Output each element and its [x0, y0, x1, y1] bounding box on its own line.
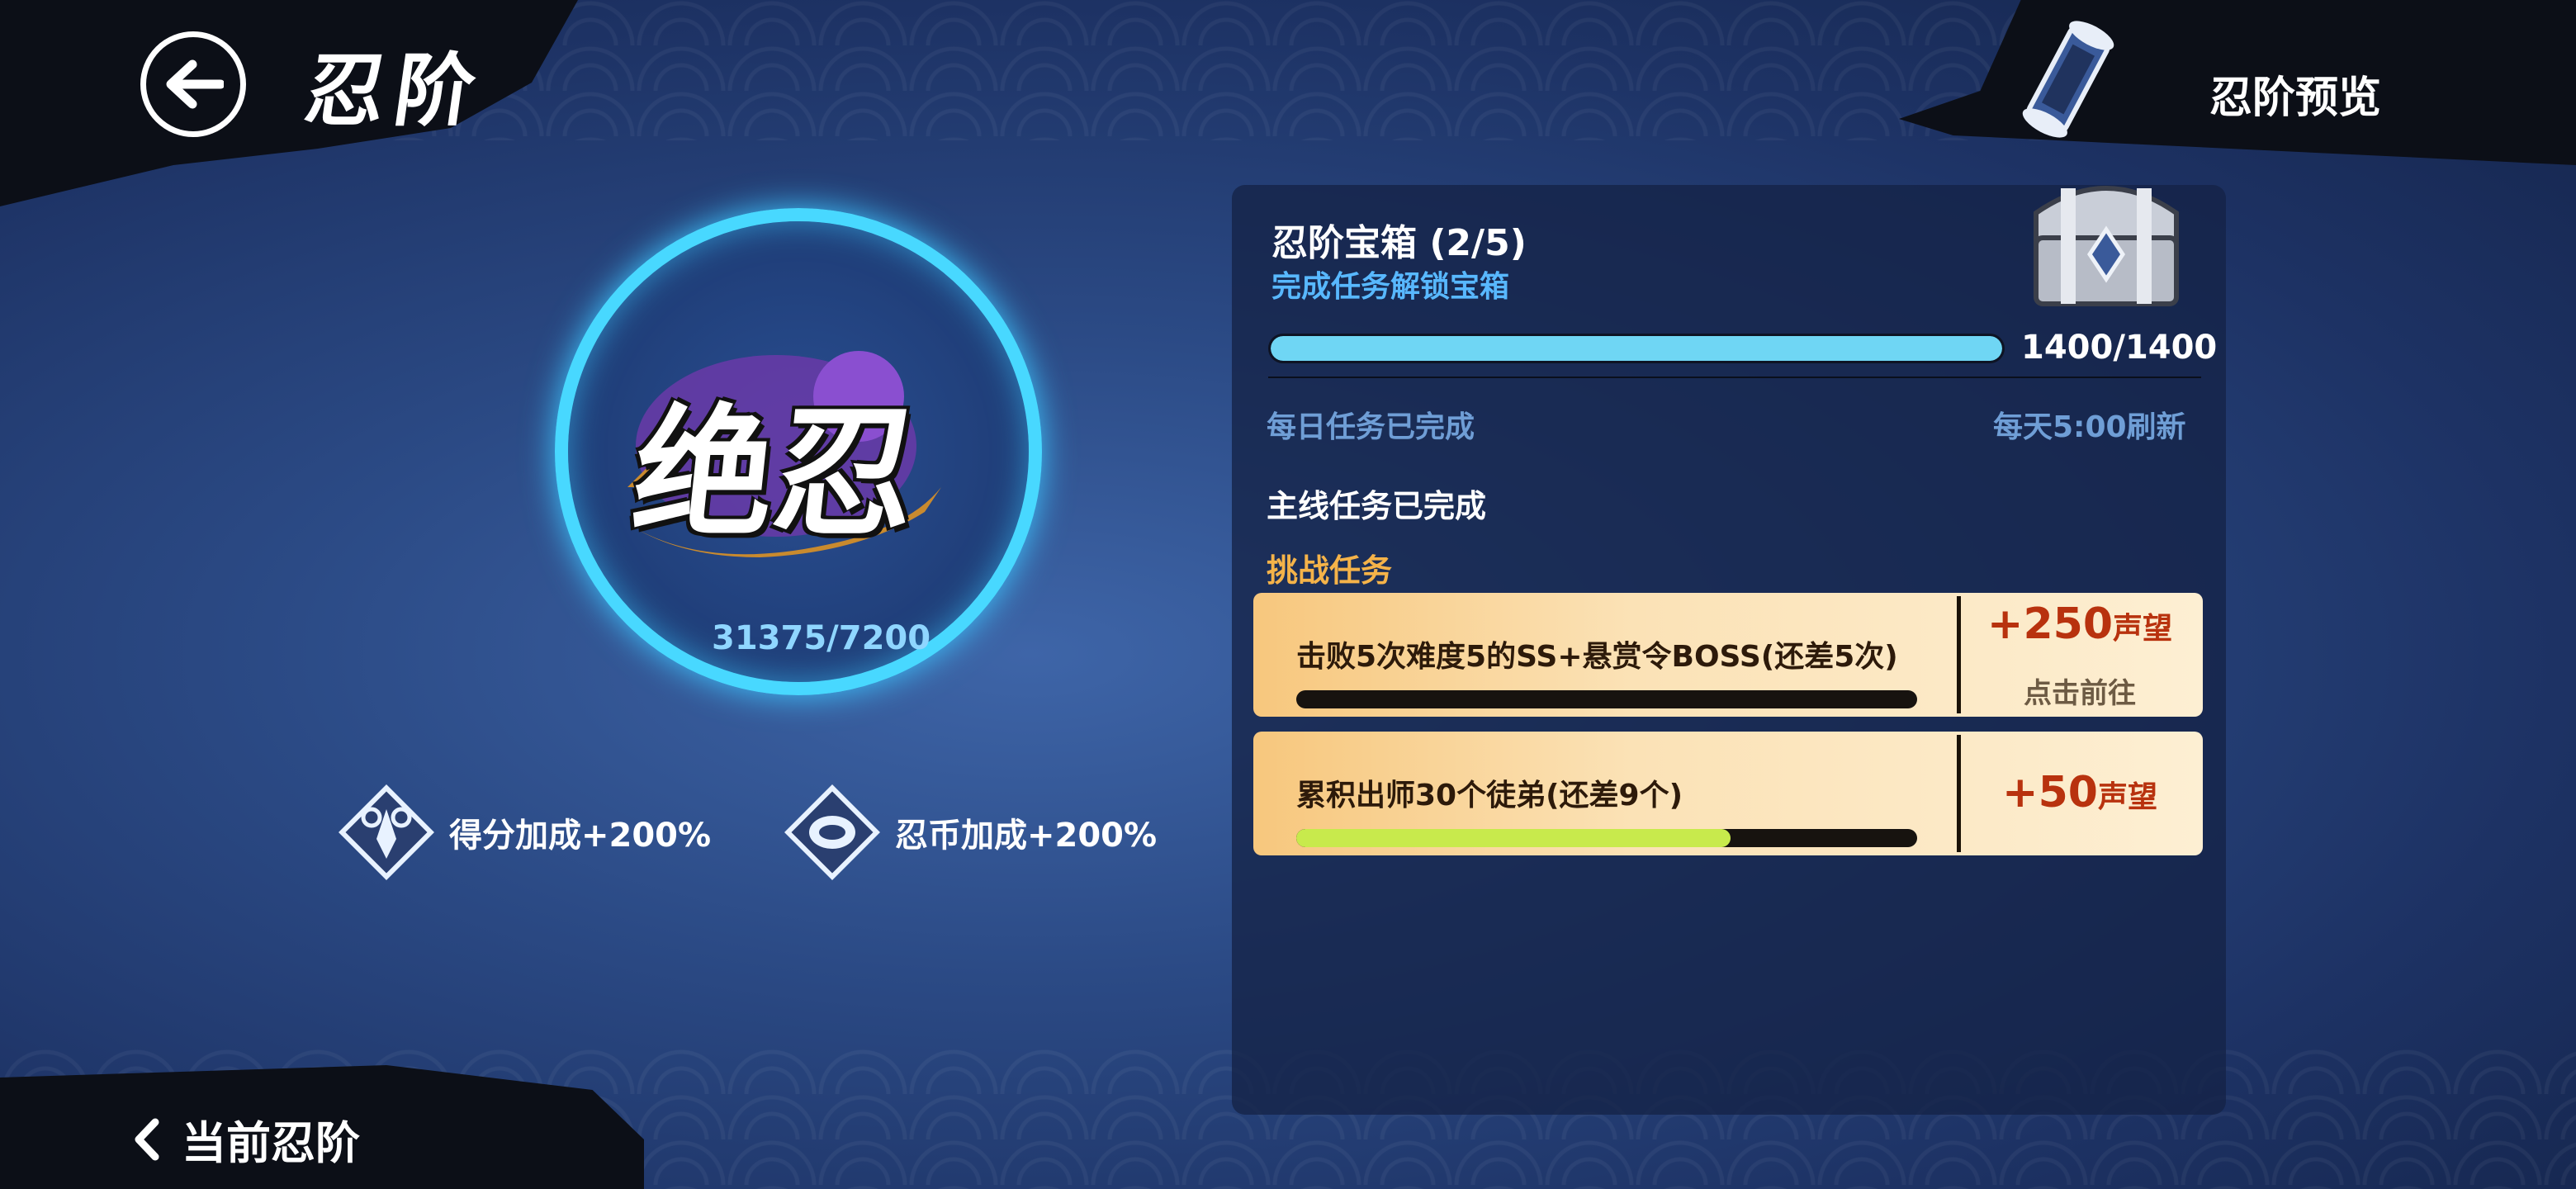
treasure-chest-icon[interactable]	[2011, 155, 2201, 320]
rank-name: 绝忍	[625, 391, 924, 556]
chevron-left-icon	[135, 1118, 159, 1160]
current-rank-button[interactable]: 当前忍阶	[132, 1106, 360, 1172]
kunai-icon	[339, 784, 434, 880]
chest-progress-bar	[1268, 334, 2005, 363]
chest-title: 忍阶宝箱 (2/5)	[1271, 222, 1527, 264]
task-progress-fill	[1296, 829, 1731, 847]
chest-progress-fill	[1271, 336, 2002, 361]
daily-refresh-time: 每天5:00刷新	[1993, 410, 2186, 444]
challenge-task-2[interactable]: 累积出师30个徒弟(还差9个) +50声望	[1253, 732, 2203, 855]
task-progress-bar	[1296, 690, 1917, 708]
task-reward: +50声望	[1957, 768, 2203, 817]
task-description: 击败5次难度5的SS+悬赏令BOSS(还差5次)	[1296, 640, 1898, 674]
page-title: 忍阶	[299, 44, 491, 137]
rank-score: 31375/7200	[712, 619, 931, 657]
task-progress-bar	[1296, 829, 1917, 847]
divider	[1268, 377, 2201, 378]
chest-count: 1400/1400	[2021, 329, 2218, 367]
back-button[interactable]	[140, 31, 246, 137]
current-rank-label: 当前忍阶	[182, 1117, 360, 1169]
task-description: 累积出师30个徒弟(还差9个)	[1296, 779, 1683, 812]
score-bonus: 得分加成+200%	[339, 784, 711, 880]
daily-status: 每日任务已完成	[1267, 410, 1475, 444]
reward-amount: +50	[2002, 768, 2098, 817]
score-bonus-label: 得分加成+200%	[449, 817, 712, 855]
go-to-button[interactable]: 点击前往	[1957, 670, 2203, 711]
reward-unit: 声望	[2097, 780, 2157, 814]
coin-icon	[784, 784, 880, 880]
scroll-icon[interactable]	[2015, 13, 2122, 145]
reward-amount: +250	[1986, 599, 2114, 649]
coin-bonus-label: 忍币加成+200%	[895, 817, 1158, 855]
rank-preview-button[interactable]: 忍阶预览	[2209, 63, 2381, 125]
task-reward: +250声望	[1957, 599, 2203, 649]
challenge-task-1[interactable]: 击败5次难度5的SS+悬赏令BOSS(还差5次) +250声望 点击前往	[1253, 593, 2203, 717]
chest-subtitle: 完成任务解锁宝箱	[1271, 270, 1510, 304]
coin-bonus: 忍币加成+200%	[784, 784, 1157, 880]
main-mission-status: 主线任务已完成	[1267, 488, 1487, 524]
challenge-heading: 挑战任务	[1267, 552, 1393, 589]
reward-unit: 声望	[2113, 612, 2173, 646]
arrow-left-icon	[166, 59, 224, 109]
